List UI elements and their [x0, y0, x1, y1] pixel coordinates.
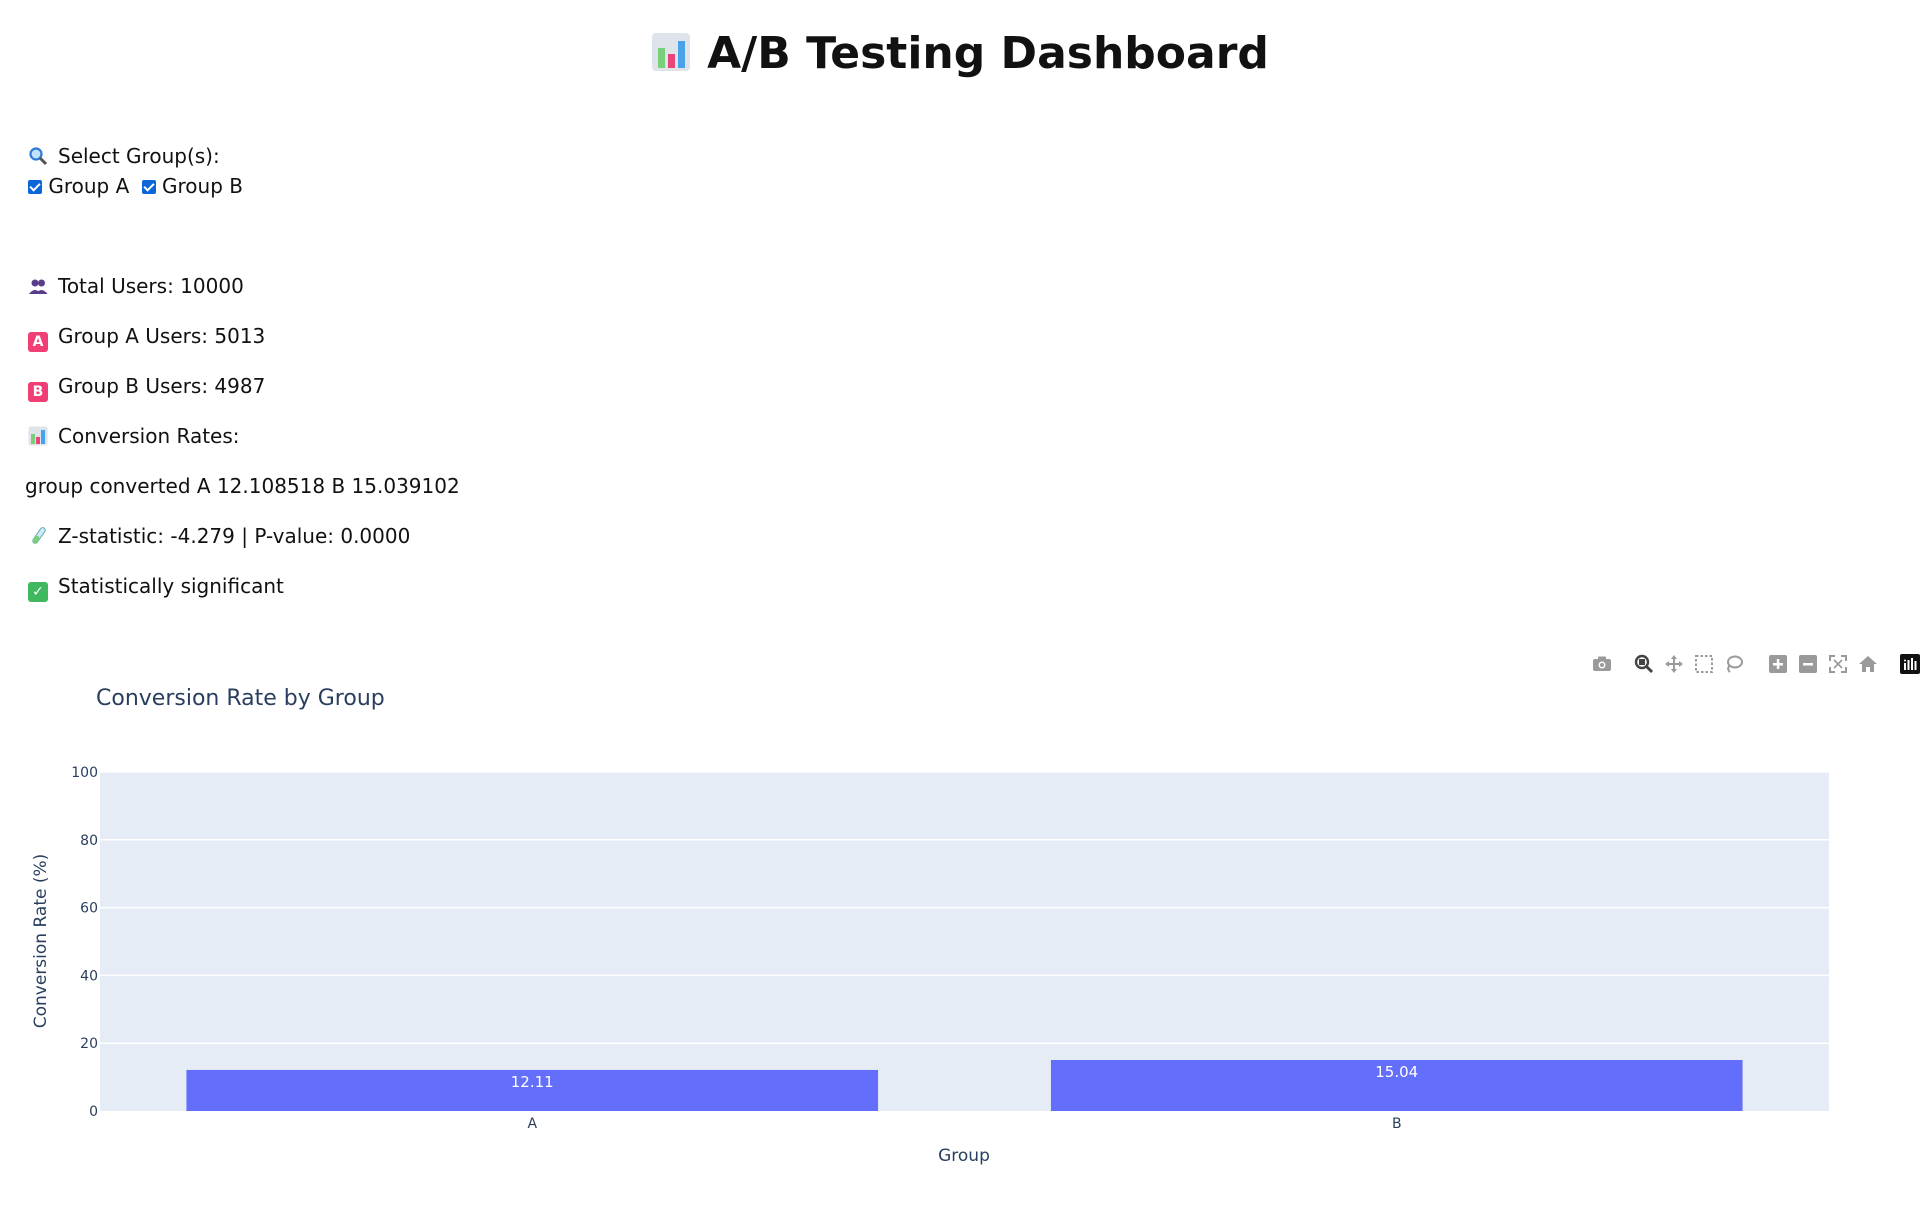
bar-value-label: 12.11 [511, 1073, 554, 1091]
y-tick-label: 20 [80, 1036, 98, 1052]
zoom-in-icon[interactable] [1766, 652, 1790, 676]
x-axis-title: Group [938, 1146, 990, 1166]
box-select-icon[interactable] [1692, 652, 1716, 676]
check-mark-icon: ✓ [28, 582, 48, 602]
significance-text: Statistically significant [58, 574, 284, 598]
group-filter-label: Select Group(s): [28, 144, 220, 168]
page-title-text: A/B Testing Dashboard [707, 28, 1269, 79]
y-tick-label: 60 [80, 901, 98, 917]
bar-value-label: 15.04 [1375, 1063, 1418, 1081]
letter-a-icon: A [28, 332, 48, 352]
significance-result: ✓ Statistically significant [28, 574, 284, 602]
plotly-logo-icon[interactable] [1898, 652, 1920, 676]
group-b-checkbox[interactable] [141, 180, 156, 194]
group-b-label[interactable]: Group B [162, 174, 243, 198]
bar-chart-small-icon [28, 426, 48, 446]
group-a-users-text: Group A Users: 5013 [58, 324, 266, 348]
conversion-rate-chart: 0 20 40 60 80 100 12.11 15.04 A B Group Convers… [31, 765, 1829, 1166]
group-a-users-stat: A Group A Users: 5013 [28, 324, 265, 352]
test-tube-icon [28, 526, 48, 546]
z-test-result: Z-statistic: -4.279 | P-value: 0.0000 [28, 524, 410, 548]
letter-b-icon: B [28, 382, 48, 402]
y-tick-label: 40 [80, 968, 98, 984]
lasso-icon[interactable] [1722, 652, 1746, 676]
magnifier-icon [28, 146, 48, 166]
total-users-stat: Total Users: 10000 [28, 274, 244, 298]
group-checklist: Group A Group B [28, 174, 249, 198]
conversion-rates-heading: Conversion Rates: [28, 424, 240, 448]
camera-icon[interactable] [1590, 652, 1614, 676]
group-a-label[interactable]: Group A [48, 174, 129, 198]
zoom-icon[interactable] [1632, 652, 1656, 676]
z-test-text: Z-statistic: -4.279 | P-value: 0.0000 [58, 524, 411, 548]
y-axis-title: Conversion Rate (%) [31, 854, 51, 1029]
total-users-text: Total Users: 10000 [58, 274, 244, 298]
page-title: A/B Testing Dashboard [0, 28, 1920, 79]
pan-icon[interactable] [1662, 652, 1686, 676]
reset-axes-icon[interactable] [1856, 652, 1880, 676]
chart-modebar [1590, 652, 1920, 676]
users-icon [28, 276, 48, 296]
conversion-rates-label: Conversion Rates: [58, 424, 240, 448]
group-a-checkbox[interactable] [28, 180, 42, 194]
y-tick-label: 0 [89, 1104, 98, 1120]
group-b-users-stat: B Group B Users: 4987 [28, 374, 265, 402]
bar-chart-icon [652, 33, 691, 71]
filter-label-text: Select Group(s): [58, 144, 220, 168]
x-tick-label: B [1392, 1116, 1402, 1132]
y-tick-label: 100 [71, 765, 98, 781]
conversion-table-text: group converted A 12.108518 B 15.039102 [25, 474, 460, 498]
zoom-out-icon[interactable] [1796, 652, 1820, 676]
autoscale-icon[interactable] [1826, 652, 1850, 676]
y-tick-label: 80 [80, 833, 98, 849]
group-b-users-text: Group B Users: 4987 [58, 374, 266, 398]
x-tick-label: A [527, 1116, 537, 1132]
